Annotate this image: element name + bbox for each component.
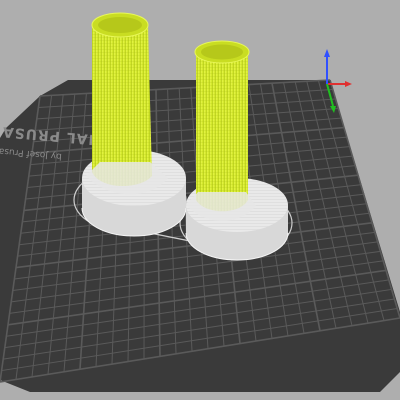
- axis-z-arrow: [324, 49, 330, 57]
- 3d-viewport[interactable]: ORIGINAL PRUSA i3 MK3 by Josef Prusa: [0, 0, 400, 400]
- tube-left-body: [92, 25, 152, 187]
- scene-canvas[interactable]: ORIGINAL PRUSA i3 MK3 by Josef Prusa: [0, 0, 400, 400]
- axis-x-arrow: [345, 81, 352, 87]
- tube-left-inner: [98, 17, 142, 33]
- tube-right-inner: [201, 44, 243, 60]
- tube-right-body: [196, 52, 248, 212]
